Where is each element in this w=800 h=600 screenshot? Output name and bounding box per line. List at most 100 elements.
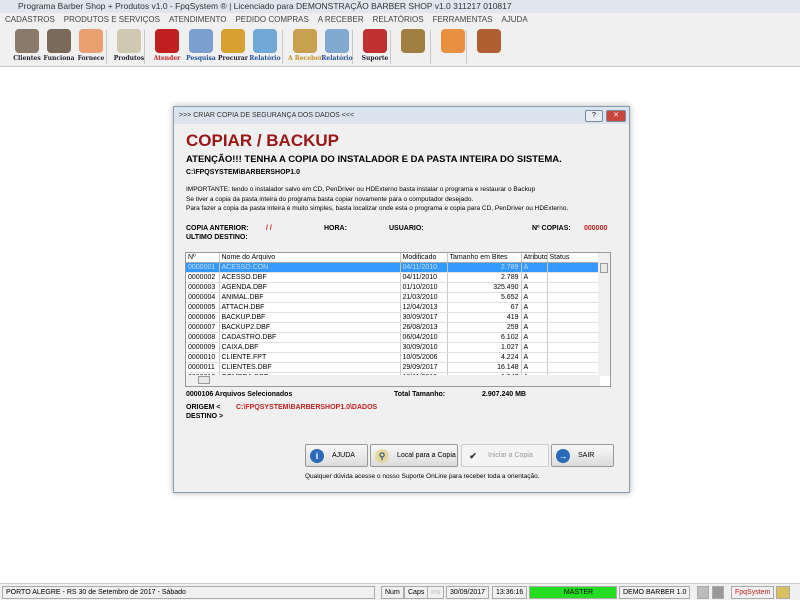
table-cell: ACESSO.CON [219, 262, 401, 274]
table-cell: 1.027 [447, 342, 522, 354]
column-header[interactable]: Nº [186, 253, 220, 264]
table-row[interactable]: 0000004 ANIMAL.DBF 21/03/2010 5.652 A [186, 292, 600, 304]
sair-label: SAIR [578, 452, 595, 459]
table-cell [547, 272, 600, 284]
table-cell: A [521, 342, 548, 354]
menu-bar: CADASTROS PRODUTOS E SERVIÇOS ATENDIMENTO P… [0, 13, 800, 27]
toolbar-icon [15, 29, 39, 53]
toolbar-button-tool13[interactable] [472, 29, 506, 65]
table-row[interactable]: 0000010 CLIENTE.FPT 10/05/2006 4.224 A [186, 352, 600, 364]
table-cell: 2.789 [447, 272, 522, 284]
printer-icon[interactable] [697, 586, 709, 599]
table-cell: 29/09/2017 [400, 362, 448, 374]
table-cell [547, 362, 600, 374]
copias-label: Nº COPIAS: [532, 225, 571, 232]
table-row[interactable]: 0000002 ACESSO.DBF 04/11/2010 2.789 A [186, 272, 600, 284]
menu-item[interactable]: CADASTROS [5, 13, 55, 27]
menu-item[interactable]: PRODUTOS E SERVIÇOS [64, 13, 160, 27]
toolbar-button-a-receber[interactable]: A Receber [288, 29, 322, 65]
help-window-button[interactable]: ? [585, 110, 603, 122]
toolbar-button-tool12[interactable] [436, 29, 470, 65]
iniciar-label: Iniciar a Copia [488, 452, 533, 459]
sair-button[interactable]: → SAIR [551, 444, 614, 467]
toolbar-icon [363, 29, 387, 53]
menu-item[interactable]: RELATÓRIOS [373, 13, 424, 27]
calendar-icon[interactable] [776, 586, 790, 599]
table-cell: 01/10/2010 [400, 282, 448, 294]
table-cell: A [521, 302, 548, 314]
total-label: Total Tamanho: [394, 391, 446, 398]
table-cell: 5.652 [447, 292, 522, 304]
table-cell: 0000002 [186, 272, 220, 284]
destino-label: DESTINO > [186, 413, 224, 420]
table-cell: 2.789 [447, 262, 522, 274]
info-line: IMPORTANTE: tendo o instalador salvo em … [186, 186, 536, 193]
iniciar-copia-button[interactable]: ✔ Iniciar a Copia [461, 444, 549, 467]
column-header[interactable]: Nome do Arquivo [219, 253, 401, 264]
dialog-title: >>> CRIAR COPIA DE SEGURANÇA DOS DADOS <… [174, 107, 629, 124]
local-copia-button[interactable]: ⚲ Local para a Copia [370, 444, 458, 467]
table-cell: ANIMAL.DBF [219, 292, 401, 304]
toolbar-button-procurar[interactable]: Procurar [216, 29, 250, 65]
horizontal-scrollbar[interactable] [186, 375, 600, 386]
ajuda-button[interactable]: i AJUDA [305, 444, 368, 467]
table-cell: 0000009 [186, 342, 220, 354]
vertical-scrollbar[interactable] [598, 253, 610, 376]
status-num: Num [381, 586, 404, 599]
menu-item[interactable]: ATENDIMENTO [169, 13, 226, 27]
toolbar-button-suporte[interactable]: Suporte [358, 29, 392, 65]
table-cell: 30/09/2010 [400, 342, 448, 354]
table-cell: BACKUP.DBF [219, 312, 401, 324]
column-header[interactable]: Tamanho em Bites [447, 253, 522, 264]
table-row[interactable]: 0000011 CLIENTES.DBF 29/09/2017 16.148 A [186, 362, 600, 374]
table-cell: 10/05/2006 [400, 352, 448, 364]
status-version: DEMO BARBER 1.0 [619, 586, 691, 599]
toolbar-icon [79, 29, 103, 53]
toolbar-button-tool11[interactable] [396, 29, 430, 65]
table-row[interactable]: 0000009 CAIXA.DBF 30/09/2010 1.027 A [186, 342, 600, 354]
table-cell: A [521, 332, 548, 344]
column-header[interactable]: Atributo [521, 253, 548, 264]
table-row[interactable]: 0000005 ATTACH.DBF 12/04/2013 67 A [186, 302, 600, 314]
footer-note: Qualquer dúvida acesse o nosso Suporte O… [305, 473, 540, 480]
toolbar-button-pesquisa[interactable]: Pesquisa [184, 29, 218, 65]
table-row[interactable]: 0000001 ACESSO.CON 04/11/2010 2.789 A [186, 262, 600, 274]
table-cell: 12/04/2013 [400, 302, 448, 314]
status-date: 30/09/2017 [446, 586, 490, 599]
table-row[interactable]: 0000006 BACKUP.DBF 30/09/2017 419 A [186, 312, 600, 324]
table-row[interactable]: 0000007 BACKUP2.DBF 26/08/2013 259 A [186, 322, 600, 334]
toolbar-label: Suporte [361, 55, 389, 62]
table-cell [547, 292, 600, 304]
toolbar-icon [293, 29, 317, 53]
warning-text: ATENÇÃO!!! TENHA A COPIA DO INSTALADOR E… [186, 154, 562, 165]
hora-label: HORA: [324, 225, 347, 232]
close-window-button[interactable]: ✕ [606, 110, 626, 122]
toolbar-button-clientes[interactable]: Clientes [10, 29, 44, 65]
usuario-label: USUARIO: [389, 225, 424, 232]
status-brand: FpqSystem [731, 586, 775, 599]
magnifier-icon: ⚲ [375, 448, 389, 463]
table-row[interactable]: 0000003 AGENDA.DBF 01/10/2010 325.490 A [186, 282, 600, 294]
menu-item[interactable]: AJUDA [501, 13, 527, 27]
toolbar-button-atender[interactable]: Atender [150, 29, 184, 65]
table-cell: A [521, 352, 548, 364]
toolbar-button-relatório[interactable]: Relatório [248, 29, 282, 65]
table-cell: AGENDA.DBF [219, 282, 401, 294]
column-header[interactable]: Status [547, 253, 600, 264]
toolbar-button-relatório[interactable]: Relatório [320, 29, 354, 65]
menu-item[interactable]: PEDIDO COMPRAS [235, 13, 308, 27]
toolbar-button-fornece[interactable]: Fornece [74, 29, 108, 65]
menu-item[interactable]: FERRAMENTAS [433, 13, 493, 27]
toolbar-button-funciona[interactable]: Funciona [42, 29, 76, 65]
column-header[interactable]: Modificado [400, 253, 448, 264]
table-cell: A [521, 362, 548, 374]
table-cell [547, 332, 600, 344]
menu-item[interactable]: A RECEBER [318, 13, 364, 27]
table-cell [547, 262, 600, 274]
table-cell: A [521, 292, 548, 304]
file-list[interactable]: Nº Nome do Arquivo Modificado Tamanho em Bi… [185, 252, 611, 387]
table-row[interactable]: 0000008 CADASTRO.DBF 06/04/2010 6.102 A [186, 332, 600, 344]
toolbar-label: Clientes [13, 55, 41, 62]
toolbar-button-produtos[interactable]: Produtos [112, 29, 146, 65]
monitor-icon[interactable] [712, 586, 724, 599]
